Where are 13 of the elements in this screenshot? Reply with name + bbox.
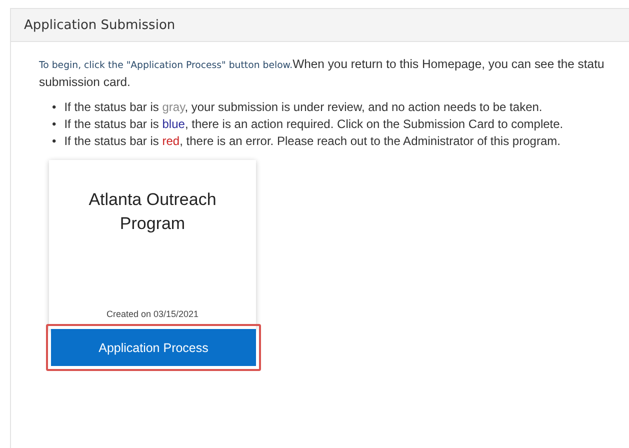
- program-title: Atlanta Outreach Program: [88, 189, 218, 235]
- intro-text: To begin, click the "Application Process" button below.When you return to this Homepage, you can see the statu: [39, 56, 606, 73]
- panel-title: Application Submission: [11, 9, 629, 42]
- application-process-button[interactable]: Application Process: [51, 329, 256, 366]
- submission-card[interactable]: Atlanta Outreach Program Created on 03/15/2021: [49, 160, 256, 329]
- status-bullet: If the status bar is blue, there is an action required. Click on the Submission Card to complete.: [64, 116, 564, 133]
- intro-text-continued: submission card.: [39, 74, 132, 91]
- bullet-marker: •: [52, 99, 56, 116]
- bullet-marker: •: [52, 116, 56, 133]
- status-bullet: If the status bar is gray, your submission is under review, and no action needs to be taken.: [64, 99, 542, 116]
- status-bullet: If the status bar is red, there is an error. Please reach out to the Administrator of this program.: [64, 133, 560, 150]
- bullet-marker: •: [52, 133, 56, 150]
- created-date: Created on 03/15/2021: [106, 309, 199, 319]
